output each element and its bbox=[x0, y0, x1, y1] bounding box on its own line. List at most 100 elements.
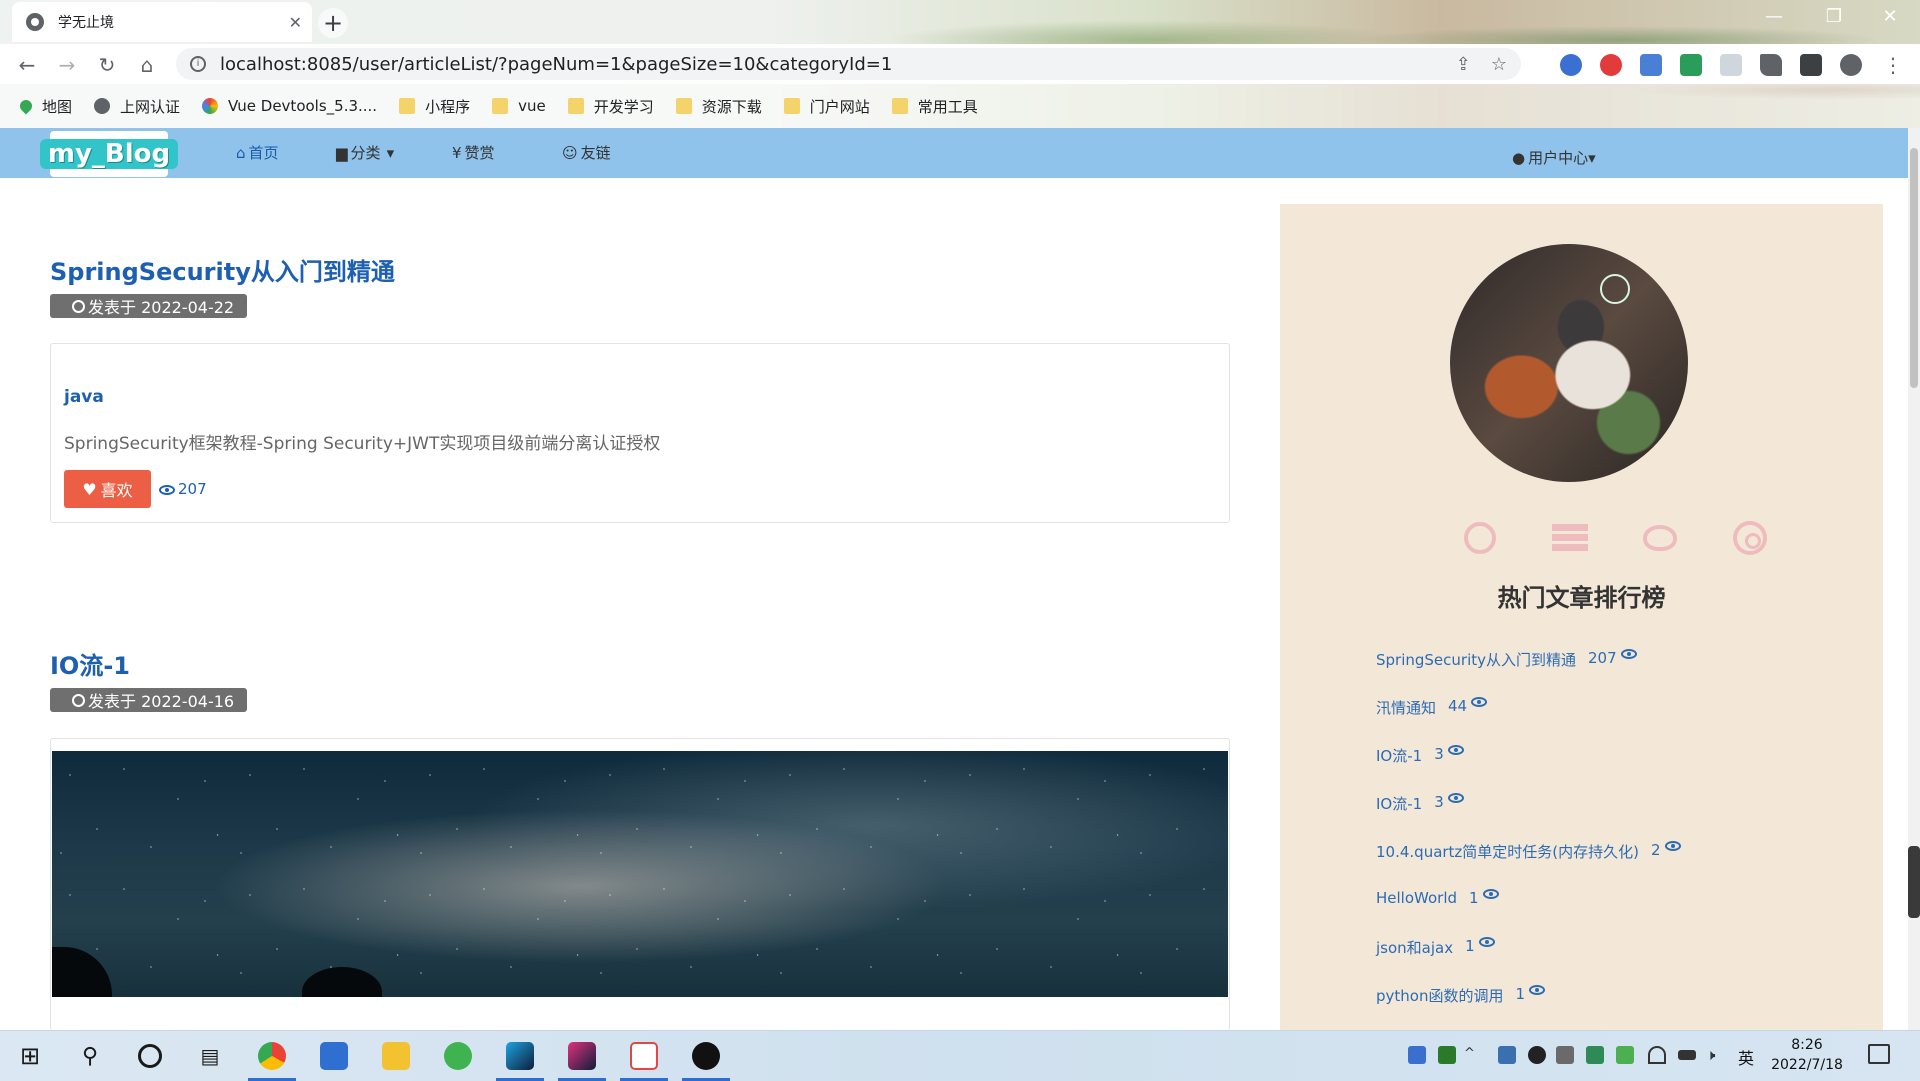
folder-icon bbox=[891, 98, 908, 114]
bookmark-star-icon[interactable]: ☆ bbox=[1491, 54, 1507, 75]
site-logo[interactable]: my_Blog bbox=[39, 131, 179, 177]
bookmark-8[interactable]: 常用工具 bbox=[891, 96, 978, 117]
nav-user-center[interactable]: ● 用户中心 ▾ bbox=[1512, 147, 1596, 168]
new-tab-button[interactable]: + bbox=[318, 8, 348, 38]
bookmark-5[interactable]: 开发学习 bbox=[567, 96, 654, 117]
bookmark-7[interactable]: 门户网站 bbox=[783, 96, 870, 117]
nav-links[interactable]: ☺ 友链 bbox=[562, 142, 611, 163]
post-title[interactable]: IO流-1 bbox=[50, 646, 130, 681]
address-bar[interactable]: i localhost:8085/user/articleList/?pageN… bbox=[176, 48, 1521, 80]
back-icon[interactable]: ← bbox=[14, 52, 40, 78]
rank-item[interactable]: json和ajax 1 bbox=[1376, 937, 1684, 985]
side-widget-handle[interactable] bbox=[1908, 846, 1920, 918]
reload-icon[interactable]: ↻ bbox=[94, 52, 120, 78]
bookmark-2[interactable]: Vue Devtools_5.3.... bbox=[202, 97, 377, 115]
translate-icon[interactable] bbox=[1640, 54, 1662, 76]
notification-icon[interactable] bbox=[1868, 1044, 1890, 1064]
bookmark-6[interactable]: 资源下载 bbox=[675, 96, 762, 117]
tray-expand-icon[interactable]: ^ bbox=[1464, 1046, 1482, 1064]
extension-folder-icon[interactable] bbox=[1720, 54, 1742, 76]
rank-item[interactable]: 10.4.quartz简单定时任务(内存持久化) 2 bbox=[1376, 841, 1684, 889]
restore-icon[interactable]: ❐ bbox=[1814, 6, 1854, 27]
input-method-indicator[interactable]: 英 bbox=[1738, 1045, 1754, 1069]
browser-tab[interactable]: 学无止境 ✕ bbox=[12, 2, 312, 42]
archive-icon: ▆ bbox=[336, 143, 348, 162]
author-avatar bbox=[1450, 244, 1688, 482]
nav-home[interactable]: ⌂ 首页 bbox=[236, 142, 279, 163]
view-count: 207 bbox=[159, 480, 207, 498]
nav-reward[interactable]: ¥ 赞赏 bbox=[452, 142, 495, 163]
bookmark-3[interactable]: 小程序 bbox=[399, 96, 470, 117]
nvidia-icon[interactable] bbox=[1438, 1046, 1456, 1064]
rank-item[interactable]: IO流-1 3 bbox=[1376, 745, 1684, 793]
task-view-button[interactable]: ▤ bbox=[182, 1031, 238, 1081]
rank-item[interactable]: IO流-1 3 bbox=[1376, 793, 1684, 841]
bookmark-4[interactable]: vue bbox=[492, 97, 546, 115]
security-icon[interactable] bbox=[1408, 1046, 1426, 1064]
github-icon bbox=[1464, 522, 1496, 554]
app-tray-icon[interactable] bbox=[1556, 1046, 1574, 1064]
taskbar-mail[interactable] bbox=[306, 1031, 362, 1081]
adblock-icon[interactable] bbox=[1600, 54, 1622, 76]
taskbar-webstorm[interactable] bbox=[492, 1031, 548, 1081]
bookmark-1[interactable]: 上网认证 bbox=[94, 96, 180, 117]
address-url[interactable]: localhost:8085/user/articleList/?pageNum… bbox=[220, 54, 1436, 75]
like-button[interactable]: ♥ 喜欢 bbox=[64, 470, 151, 508]
wifi-icon[interactable] bbox=[1648, 1046, 1666, 1064]
tab-close-icon[interactable]: ✕ bbox=[289, 13, 302, 32]
battery-icon[interactable] bbox=[1678, 1050, 1696, 1060]
start-button[interactable]: ⊞ bbox=[2, 1031, 58, 1081]
rank-item[interactable]: 汛情通知 44 bbox=[1376, 697, 1684, 745]
yen-icon: ¥ bbox=[452, 143, 462, 162]
network-app-icon[interactable] bbox=[1498, 1046, 1516, 1064]
taskbar-snipaste[interactable] bbox=[616, 1031, 672, 1081]
post-cover-image[interactable] bbox=[52, 751, 1228, 997]
tab-favicon-icon bbox=[26, 13, 44, 31]
taskbar-intellij[interactable] bbox=[554, 1031, 610, 1081]
profile-icon[interactable] bbox=[1840, 54, 1862, 76]
nav-category[interactable]: ▆ 分类 ▾ bbox=[336, 142, 394, 163]
folder-icon bbox=[382, 1042, 410, 1070]
site-info-icon[interactable]: i bbox=[190, 56, 206, 72]
bookmarks-bar: 地图 上网认证 Vue Devtools_5.3.... 小程序 vue 开发学… bbox=[0, 84, 1920, 128]
taskbar-explorer[interactable] bbox=[368, 1031, 424, 1081]
globe-icon bbox=[94, 98, 111, 114]
weibo-link[interactable] bbox=[1642, 520, 1678, 556]
post-date: 发表于 2022-04-22 bbox=[50, 294, 247, 318]
shield-icon[interactable] bbox=[1586, 1046, 1604, 1064]
rank-item[interactable]: HelloWorld 1 bbox=[1376, 889, 1684, 937]
puzzle-icon[interactable] bbox=[1760, 54, 1782, 76]
home-icon[interactable]: ⌂ bbox=[134, 52, 160, 78]
hot-articles-list: SpringSecurity从入门到精通 207 汛情通知 44 IO流-1 3 IO… bbox=[1376, 649, 1684, 1033]
window-close-icon[interactable]: ✕ bbox=[1870, 6, 1910, 27]
rank-item[interactable]: SpringSecurity从入门到精通 207 bbox=[1376, 649, 1684, 697]
menu-icon[interactable]: ⋮ bbox=[1880, 52, 1906, 78]
post-card bbox=[50, 738, 1230, 1030]
system-clock[interactable]: 8:26 2022/7/18 bbox=[1762, 1035, 1852, 1075]
taskbar-wechat-devtools[interactable] bbox=[430, 1031, 486, 1081]
scrollbar-thumb[interactable] bbox=[1910, 148, 1918, 388]
extension-icon[interactable] bbox=[1560, 54, 1582, 76]
rank-item[interactable]: python函数的调用 1 bbox=[1376, 985, 1684, 1033]
cortana-button[interactable] bbox=[122, 1031, 178, 1081]
bookmark-0[interactable]: 地图 bbox=[17, 96, 72, 117]
post-category-link[interactable]: java bbox=[64, 387, 104, 407]
server-link[interactable] bbox=[1552, 520, 1588, 556]
search-button[interactable]: ⚲ bbox=[62, 1031, 118, 1081]
qq-icon[interactable] bbox=[1528, 1046, 1546, 1064]
share-icon[interactable]: ⇪ bbox=[1456, 54, 1471, 75]
volume-icon[interactable]: 🕨 bbox=[1706, 1046, 1724, 1064]
extension-on-icon[interactable] bbox=[1680, 54, 1702, 76]
eye-icon bbox=[1482, 889, 1499, 899]
sidepanel-icon[interactable] bbox=[1800, 54, 1822, 76]
chrome-link[interactable] bbox=[1732, 520, 1768, 556]
task-view-icon: ▤ bbox=[200, 1044, 220, 1068]
post-title[interactable]: SpringSecurity从入门到精通 bbox=[50, 252, 395, 287]
sync-icon[interactable] bbox=[1616, 1046, 1634, 1064]
github-link[interactable] bbox=[1462, 520, 1498, 556]
forward-icon[interactable]: → bbox=[54, 52, 80, 78]
taskbar-chrome[interactable] bbox=[244, 1031, 300, 1081]
eye-icon bbox=[1478, 937, 1495, 947]
minimize-icon[interactable]: — bbox=[1754, 6, 1794, 27]
taskbar-obs[interactable] bbox=[678, 1031, 734, 1081]
